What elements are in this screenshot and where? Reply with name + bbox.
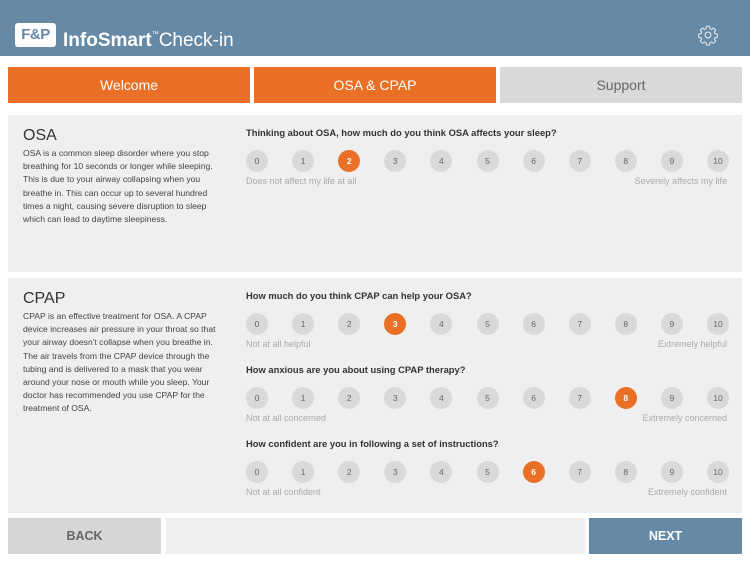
osa-panel: OSA OSA is a common sleep disorder where… <box>8 115 742 272</box>
question-osa-affects-sleep: Thinking about OSA, how much do you thin… <box>246 126 736 190</box>
question-text: How anxious are you about using CPAP the… <box>246 364 466 375</box>
osa-description: OSA is a common sleep disorder where you… <box>23 148 213 225</box>
rating-option-3[interactable]: 3 <box>384 150 407 172</box>
rating-option-7[interactable]: 7 <box>568 387 591 409</box>
rating-option-5[interactable]: 5 <box>476 461 499 483</box>
scale-anchors: Not at all concerned Extremely concerned <box>246 413 736 427</box>
brand-subtitle: Check-in <box>158 30 234 51</box>
scale-high-label: Extremely helpful <box>657 339 727 349</box>
question-text: How confident are you in following a set… <box>246 438 499 449</box>
rating-option-0[interactable]: 0 <box>246 150 268 172</box>
tab-osa-cpap[interactable]: OSA & CPAP <box>254 67 496 103</box>
rating-scale: 0 1 2 3 4 5 6 7 8 9 10 <box>246 313 736 335</box>
rating-option-0[interactable]: 0 <box>246 461 268 483</box>
rating-option-8[interactable]: 8 <box>614 387 637 409</box>
fp-logo: F&P <box>15 23 56 47</box>
rating-option-1[interactable]: 1 <box>292 150 315 172</box>
rating-option-2[interactable]: 2 <box>338 313 361 335</box>
rating-option-10[interactable]: 10 <box>707 313 729 335</box>
scale-low-label: Not at all concerned <box>246 413 327 423</box>
rating-option-8[interactable]: 8 <box>614 150 637 172</box>
rating-option-7[interactable]: 7 <box>568 150 591 172</box>
cpap-info: CPAP CPAP is an effective treatment for … <box>23 289 223 416</box>
rating-option-6[interactable]: 6 <box>522 313 545 335</box>
osa-info: OSA OSA is a common sleep disorder where… <box>23 126 223 226</box>
rating-option-3[interactable]: 3 <box>384 461 407 483</box>
section-tabs: Welcome OSA & CPAP Support <box>8 67 742 103</box>
tab-support[interactable]: Support <box>500 67 742 103</box>
rating-option-7[interactable]: 7 <box>568 313 591 335</box>
rating-option-9[interactable]: 9 <box>660 387 683 409</box>
rating-scale: 0 1 2 3 4 5 6 7 8 9 10 <box>246 387 736 409</box>
rating-option-9[interactable]: 9 <box>660 150 683 172</box>
question-confidence-instructions: How confident are you in following a set… <box>246 437 736 501</box>
question-cpap-help: How much do you think CPAP can help your… <box>246 289 736 353</box>
rating-option-10[interactable]: 10 <box>707 150 729 172</box>
rating-option-4[interactable]: 4 <box>430 313 453 335</box>
question-text: How much do you think CPAP can help your… <box>246 290 472 301</box>
rating-option-8[interactable]: 8 <box>614 313 637 335</box>
scale-low-label: Not at all helpful <box>246 339 311 349</box>
rating-option-3[interactable]: 3 <box>384 387 407 409</box>
scale-anchors: Does not affect my life at all Severely … <box>246 176 736 190</box>
rating-option-4[interactable]: 4 <box>430 150 453 172</box>
cpap-heading: CPAP <box>23 290 66 307</box>
rating-option-1[interactable]: 1 <box>292 313 315 335</box>
rating-option-5[interactable]: 5 <box>476 150 499 172</box>
scale-anchors: Not at all helpful Extremely helpful <box>246 339 736 353</box>
rating-option-8[interactable]: 8 <box>614 461 637 483</box>
rating-option-9[interactable]: 9 <box>660 461 683 483</box>
tab-welcome[interactable]: Welcome <box>8 67 250 103</box>
question-cpap-anxiety: How anxious are you about using CPAP the… <box>246 363 736 427</box>
rating-option-2[interactable]: 2 <box>338 150 361 172</box>
rating-option-1[interactable]: 1 <box>292 387 315 409</box>
scale-low-label: Not at all confident <box>246 487 321 497</box>
rating-option-4[interactable]: 4 <box>430 387 453 409</box>
gear-icon <box>698 25 718 46</box>
settings-button[interactable] <box>697 24 719 46</box>
rating-option-7[interactable]: 7 <box>568 461 591 483</box>
rating-scale: 0 1 2 3 4 5 6 7 8 9 10 <box>246 150 736 172</box>
cpap-description: CPAP is an effective treatment for OSA. … <box>23 311 216 414</box>
rating-option-5[interactable]: 5 <box>476 387 499 409</box>
question-text: Thinking about OSA, how much do you thin… <box>246 127 557 138</box>
rating-option-3[interactable]: 3 <box>384 313 407 335</box>
rating-option-2[interactable]: 2 <box>338 387 361 409</box>
rating-scale: 0 1 2 3 4 5 6 7 8 9 10 <box>246 461 736 483</box>
scale-anchors: Not at all confident Extremely confident <box>246 487 736 501</box>
rating-option-5[interactable]: 5 <box>476 313 499 335</box>
back-button[interactable]: BACK <box>8 518 161 554</box>
rating-option-9[interactable]: 9 <box>660 313 683 335</box>
brand-name: InfoSmart <box>63 30 152 51</box>
trademark-mark: ™ <box>151 31 159 38</box>
rating-option-0[interactable]: 0 <box>246 387 268 409</box>
rating-option-0[interactable]: 0 <box>246 313 268 335</box>
osa-heading: OSA <box>23 127 57 144</box>
rating-option-1[interactable]: 1 <box>292 461 315 483</box>
rating-option-10[interactable]: 10 <box>707 461 729 483</box>
scale-high-label: Severely affects my life <box>634 176 727 186</box>
scale-high-label: Extremely confident <box>647 487 727 497</box>
rating-option-4[interactable]: 4 <box>430 461 453 483</box>
footer-spacer <box>166 518 585 554</box>
rating-option-6[interactable]: 6 <box>522 387 545 409</box>
cpap-panel: CPAP CPAP is an effective treatment for … <box>8 278 742 513</box>
app-title: InfoSmart™Check-in <box>63 24 234 52</box>
footer-nav: BACK NEXT <box>8 518 742 554</box>
rating-option-10[interactable]: 10 <box>707 387 729 409</box>
scale-low-label: Does not affect my life at all <box>246 176 357 186</box>
rating-option-2[interactable]: 2 <box>338 461 361 483</box>
rating-option-6[interactable]: 6 <box>522 461 545 483</box>
rating-option-6[interactable]: 6 <box>522 150 545 172</box>
app-header: F&P InfoSmart™Check-in <box>0 0 750 56</box>
next-button[interactable]: NEXT <box>589 518 742 554</box>
scale-high-label: Extremely concerned <box>642 413 727 423</box>
